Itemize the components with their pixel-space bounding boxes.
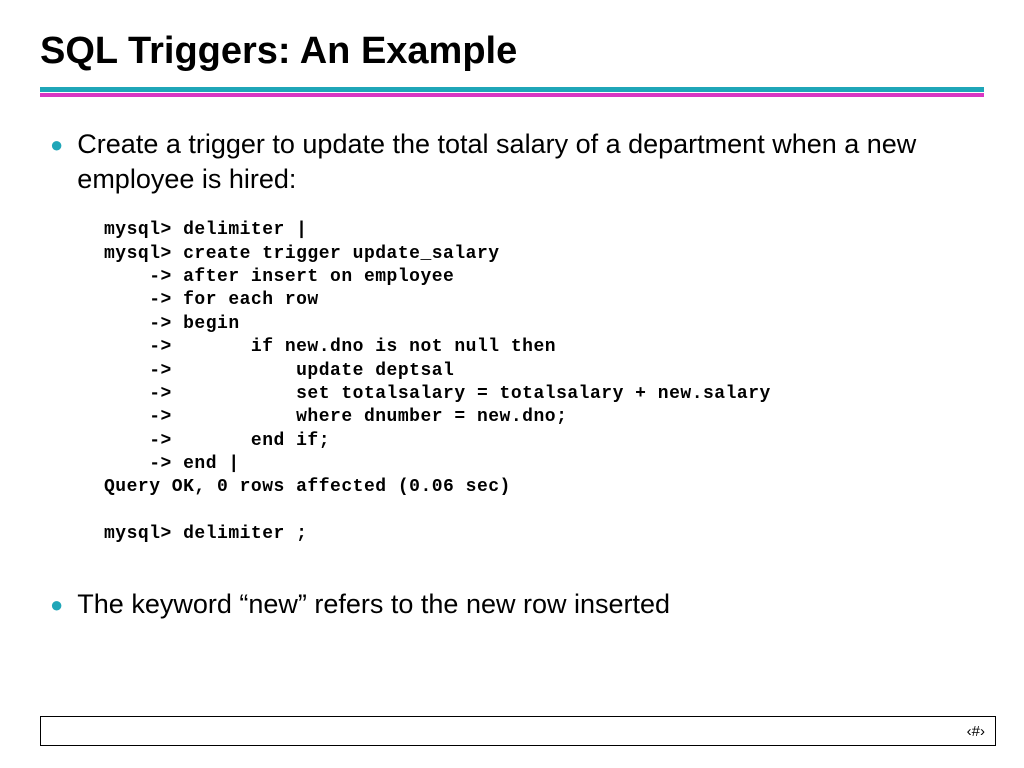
footer-box: ‹#› [40,716,996,746]
slide: SQL Triggers: An Example ● Create a trig… [0,0,1024,768]
title-divider [40,87,984,97]
bullet-text: Create a trigger to update the total sal… [77,127,984,197]
bullet-text: The keyword “new” refers to the new row … [77,587,984,622]
bullet-dot-icon: ● [50,587,63,622]
slide-content: ● Create a trigger to update the total s… [40,127,984,622]
page-number: ‹#› [967,723,985,740]
code-block: mysql> delimiter | mysql> create trigger… [104,219,984,546]
bullet-dot-icon: ● [50,127,63,162]
slide-title: SQL Triggers: An Example [40,30,984,73]
bullet-item: ● The keyword “new” refers to the new ro… [44,587,984,622]
bullet-item: ● Create a trigger to update the total s… [44,127,984,197]
